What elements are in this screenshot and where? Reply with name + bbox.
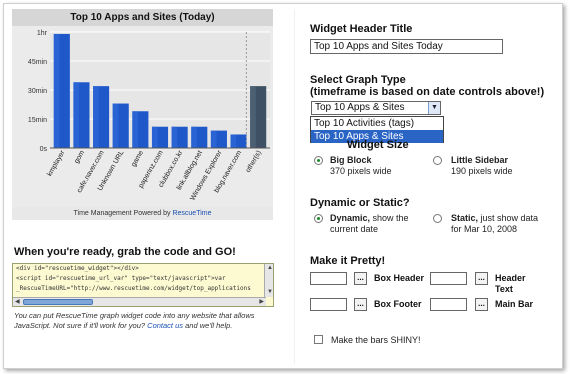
shiny-bars-checkbox[interactable] bbox=[314, 335, 323, 344]
size-small-option: Little Sidebar 190 pixels wide bbox=[451, 155, 513, 177]
size-big-title: Big Block bbox=[330, 155, 372, 165]
y-tick-label: 1hr bbox=[37, 30, 48, 37]
dynamic-option: Dynamic, show the current date bbox=[330, 213, 409, 235]
chart-panel: Top 10 Apps and Sites (Today) 0s 15min 30m… bbox=[12, 9, 273, 220]
y-tick-label: 45min bbox=[28, 59, 47, 66]
bar-highlight bbox=[250, 86, 256, 148]
make-pretty-label: Make it Pretty! bbox=[310, 255, 386, 267]
scroll-left-icon[interactable]: ◀ bbox=[15, 298, 20, 306]
box-header-picker-button[interactable]: ... bbox=[354, 272, 367, 285]
header-title-label: Widget Header Title bbox=[310, 23, 413, 35]
bar-highlight bbox=[210, 130, 217, 148]
static-option: Static, just show data for Mar 10, 2008 bbox=[451, 213, 538, 235]
chevron-down-icon[interactable]: ▼ bbox=[428, 102, 440, 114]
dynamic-desc: show the bbox=[370, 213, 409, 223]
chart-title: Top 10 Apps and Sites (Today) bbox=[12, 9, 273, 26]
box-footer-label: Box Footer bbox=[374, 299, 422, 309]
main-bar-label: Main Bar bbox=[495, 299, 534, 309]
widget-size-label: Widget Size bbox=[347, 139, 409, 151]
dynamic-radio[interactable] bbox=[314, 214, 323, 223]
static-title: Static, bbox=[451, 213, 479, 223]
widget-config-page: Top 10 Apps and Sites (Today) 0s 15min 30m… bbox=[3, 3, 563, 369]
code-line: <script id="rescuetime_url_var" type="te… bbox=[16, 275, 226, 282]
scroll-thumb[interactable] bbox=[23, 299, 93, 305]
size-small-radio[interactable] bbox=[433, 156, 442, 165]
bar-highlight bbox=[73, 82, 80, 148]
code-vertical-scrollbar[interactable]: ▲ ▼ bbox=[264, 264, 273, 297]
graph-type-subtitle: (timeframe is based on date controls abo… bbox=[310, 86, 545, 98]
main-bar-color-input[interactable] bbox=[430, 298, 467, 311]
bar-highlight bbox=[171, 126, 178, 148]
bar-highlight bbox=[230, 134, 237, 148]
box-footer-picker-button[interactable]: ... bbox=[354, 298, 367, 311]
box-header-label: Box Header bbox=[374, 273, 425, 283]
x-tick-label: game bbox=[130, 149, 145, 168]
x-tick-label: other(s) bbox=[245, 150, 263, 174]
graph-type-label: Select Graph Type bbox=[310, 74, 406, 86]
dynamic-title: Dynamic, bbox=[330, 213, 371, 223]
dynamic-static-label: Dynamic or Static? bbox=[310, 197, 410, 209]
scroll-down-icon[interactable]: ▼ bbox=[267, 288, 273, 296]
header-text-color-input[interactable] bbox=[430, 272, 467, 285]
code-textarea[interactable]: <div id="rescuetime_widget"></div> <scri… bbox=[12, 263, 274, 307]
header-title-input[interactable]: Top 10 Apps and Sites Today bbox=[310, 39, 503, 54]
y-tick-label: 0s bbox=[40, 146, 48, 153]
header-text-label: Header Text bbox=[495, 273, 526, 295]
size-big-radio[interactable] bbox=[314, 156, 323, 165]
code-line: <div id="rescuetime_widget"></div> bbox=[16, 265, 139, 272]
help-text: You can put RescueTime graph widget code… bbox=[14, 311, 279, 331]
help-text-suffix: and we'll help. bbox=[183, 321, 233, 330]
y-tick-label: 15min bbox=[28, 117, 47, 124]
graph-type-select[interactable]: Top 10 Apps & Sites ▼ bbox=[311, 101, 441, 115]
x-tick-label: gom bbox=[73, 149, 86, 164]
static-desc: just show data bbox=[478, 213, 539, 223]
header-text-label-1: Header bbox=[495, 273, 526, 283]
main-bar-picker-button[interactable]: ... bbox=[475, 298, 488, 311]
header-text-picker-button[interactable]: ... bbox=[475, 272, 488, 285]
scroll-up-icon[interactable]: ▲ bbox=[267, 264, 273, 272]
grab-code-title: When you're ready, grab the code and GO! bbox=[14, 246, 236, 258]
bar-highlight bbox=[191, 126, 197, 148]
x-tick-label: kmplayer bbox=[46, 149, 67, 178]
code-horizontal-scrollbar[interactable]: ◀ ▶ bbox=[13, 297, 266, 306]
bar-highlight bbox=[53, 33, 60, 148]
contact-us-link[interactable]: Contact us bbox=[147, 321, 183, 330]
code-line: _RescueTimeURL="http://www.rescuetime.co… bbox=[16, 285, 251, 292]
bar-highlight bbox=[132, 111, 138, 148]
chart-footer: Time Management Powered by RescueTime bbox=[12, 207, 273, 220]
static-date: for Mar 10, 2008 bbox=[451, 224, 518, 234]
size-small-title: Little Sidebar bbox=[451, 155, 509, 165]
static-radio[interactable] bbox=[433, 214, 442, 223]
box-header-color-input[interactable] bbox=[310, 272, 347, 285]
header-text-label-2: Text bbox=[495, 284, 513, 294]
scroll-right-icon[interactable]: ▶ bbox=[259, 298, 264, 306]
y-tick-label: 30min bbox=[28, 88, 47, 95]
graph-type-selected: Top 10 Apps & Sites bbox=[315, 102, 405, 113]
dynamic-desc-2: current date bbox=[330, 224, 379, 234]
dropdown-option-activities[interactable]: Top 10 Activities (tags) bbox=[311, 117, 443, 130]
bar-chart: 0s15min30min45min1hrkmplayer gomcafe.nave… bbox=[28, 30, 270, 202]
size-big-desc: 370 pixels wide bbox=[330, 166, 392, 176]
bar-highlight bbox=[151, 126, 158, 148]
column-divider bbox=[294, 9, 295, 364]
chart-footer-text: Time Management Powered by bbox=[73, 210, 173, 217]
size-big-option: Big Block 370 pixels wide bbox=[330, 155, 392, 177]
bar-highlight bbox=[112, 103, 119, 148]
box-footer-color-input[interactable] bbox=[310, 298, 347, 311]
shiny-bars-label: Make the bars SHINY! bbox=[331, 335, 421, 345]
size-small-desc: 190 pixels wide bbox=[451, 166, 513, 176]
bar-highlight bbox=[93, 86, 99, 148]
rescuetime-link[interactable]: RescueTime bbox=[172, 210, 211, 217]
